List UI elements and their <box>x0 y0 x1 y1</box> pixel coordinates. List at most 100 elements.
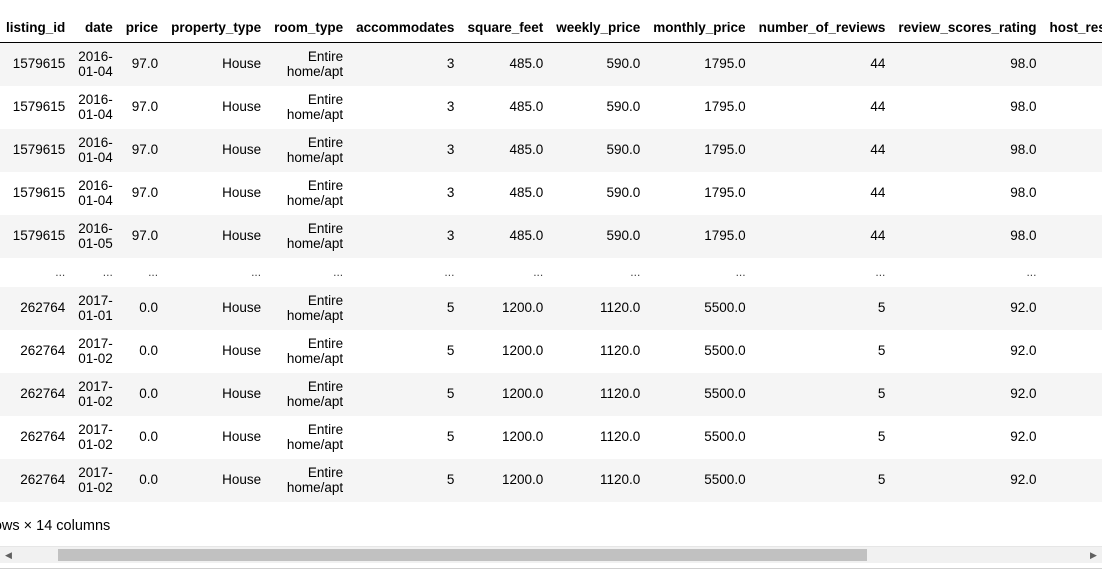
cell-date: 2017- 01-01 <box>71 287 120 330</box>
table-row: 1579615 2016- 01-05 97.0 House Entire home/apt… <box>0 215 1102 258</box>
cell-square-feet: 1200.0 <box>460 459 550 502</box>
cell-date: 2016- 01-04 <box>71 42 120 86</box>
column-header-property-type: property_type <box>164 12 268 43</box>
table-row: 262764 2017- 01-01 0.0 House Entire home/apt 5 1… <box>0 287 1102 330</box>
cell-price: 97.0 <box>119 86 165 129</box>
column-header-square-feet: square_feet <box>460 12 550 43</box>
cell-date: 2016- 01-04 <box>71 129 120 172</box>
cell-line: Entire <box>307 178 344 193</box>
cell-line: 01-04 <box>78 149 113 165</box>
cell-line: 2016- <box>78 178 113 193</box>
cell-listing-id: 1579615 <box>0 215 72 258</box>
cell-accommodates: 5 <box>349 373 461 416</box>
cell-host-resp <box>1042 459 1102 502</box>
cell-square-feet: 485.0 <box>460 215 550 258</box>
table-row: 1579615 2016- 01-04 97.0 House Entire home/apt… <box>0 172 1102 215</box>
table-row: 262764 2017- 01-02 0.0 House Entire home/apt 5 1… <box>0 459 1102 502</box>
cell-number-of-reviews: 5 <box>752 416 892 459</box>
cell-review-scores-rating: 98.0 <box>891 215 1043 258</box>
cell-line: 2016- <box>78 92 113 107</box>
cell-number-of-reviews: 5 <box>752 330 892 373</box>
ellipsis-cell: ... <box>267 258 350 287</box>
summary-text: rows × 14 columns <box>0 518 111 534</box>
cell-room-type: Entire home/apt <box>267 330 350 373</box>
cell-property-type: House <box>164 416 268 459</box>
ellipsis-cell: ... <box>349 258 461 287</box>
cell-monthly-price: 1795.0 <box>646 215 753 258</box>
cell-property-type: House <box>164 172 268 215</box>
cell-listing-id: 262764 <box>0 416 72 459</box>
cell-host-resp <box>1042 416 1102 459</box>
cell-weekly-price: 590.0 <box>549 42 647 86</box>
cell-number-of-reviews: 44 <box>752 86 892 129</box>
cell-monthly-price: 1795.0 <box>646 172 753 215</box>
table-row: 262764 2017- 01-02 0.0 House Entire home/apt 5 1… <box>0 416 1102 459</box>
ellipsis-cell: ... <box>891 258 1043 287</box>
triangle-left-icon[interactable]: ◀ <box>0 547 17 563</box>
cell-monthly-price: 1795.0 <box>646 86 753 129</box>
column-header-review-scores-rating: review_scores_rating <box>891 12 1043 43</box>
cell-host-resp <box>1042 330 1102 373</box>
dataframe-table: listing_id date price property_type room_typ… <box>0 12 1102 502</box>
cell-review-scores-rating: 98.0 <box>891 129 1043 172</box>
ellipsis-cell: ... <box>752 258 892 287</box>
column-header-price: price <box>119 12 165 43</box>
cell-line: Entire <box>307 465 344 480</box>
horizontal-scrollbar[interactable]: ◀ ▶ <box>0 546 1102 563</box>
column-header-room-type: room_type <box>267 12 350 43</box>
column-header-monthly-price: monthly_price <box>646 12 753 43</box>
table-row: 262764 2017- 01-02 0.0 House Entire home/apt 5 1… <box>0 330 1102 373</box>
cell-listing-id: 1579615 <box>0 42 72 86</box>
cell-line: 2017- <box>78 379 113 394</box>
ellipsis-row: ................................. <box>0 258 1102 287</box>
scrollbar-thumb[interactable] <box>58 549 867 561</box>
cell-date: 2016- 01-04 <box>71 86 120 129</box>
cell-line: Entire <box>307 422 344 437</box>
cell-review-scores-rating: 98.0 <box>891 172 1043 215</box>
cell-host-resp <box>1042 287 1102 330</box>
ellipsis-cell: ... <box>549 258 647 287</box>
ellipsis-cell: ... <box>119 258 165 287</box>
cell-price: 0.0 <box>119 416 165 459</box>
cell-price: 97.0 <box>119 42 165 86</box>
cell-square-feet: 485.0 <box>460 42 550 86</box>
cell-price: 97.0 <box>119 172 165 215</box>
cell-host-resp <box>1042 42 1102 86</box>
table-row: 1579615 2016- 01-04 97.0 House Entire home/apt… <box>0 42 1102 86</box>
cell-line: Entire <box>307 92 344 107</box>
cell-line: 2016- <box>78 221 113 236</box>
cell-room-type: Entire home/apt <box>267 172 350 215</box>
cell-property-type: House <box>164 287 268 330</box>
header-row: listing_id date price property_type room_typ… <box>0 12 1102 43</box>
cell-weekly-price: 1120.0 <box>549 330 647 373</box>
cell-weekly-price: 1120.0 <box>549 287 647 330</box>
cell-line: home/apt <box>286 192 344 208</box>
cell-listing-id: 262764 <box>0 287 72 330</box>
cell-line: 01-05 <box>78 235 113 251</box>
cell-price: 0.0 <box>119 459 165 502</box>
triangle-right-icon[interactable]: ▶ <box>1085 547 1102 563</box>
cell-line: home/apt <box>286 106 344 122</box>
cell-line: Entire <box>307 293 344 308</box>
cell-review-scores-rating: 92.0 <box>891 373 1043 416</box>
cell-room-type: Entire home/apt <box>267 373 350 416</box>
cell-room-type: Entire home/apt <box>267 287 350 330</box>
cell-property-type: House <box>164 330 268 373</box>
cell-monthly-price: 1795.0 <box>646 42 753 86</box>
cell-line: 01-02 <box>78 479 113 495</box>
ellipsis-cell: ... <box>646 258 753 287</box>
cell-accommodates: 5 <box>349 416 461 459</box>
table-body: 1579615 2016- 01-04 97.0 House Entire home/apt… <box>0 42 1102 502</box>
cell-room-type: Entire home/apt <box>267 86 350 129</box>
table-row: 262764 2017- 01-02 0.0 House Entire home/apt 5 1… <box>0 373 1102 416</box>
cell-accommodates: 5 <box>349 459 461 502</box>
cell-line: home/apt <box>286 307 344 323</box>
cell-line: home/apt <box>286 350 344 366</box>
column-header-date: date <box>71 12 120 43</box>
cell-property-type: House <box>164 373 268 416</box>
cell-number-of-reviews: 44 <box>752 42 892 86</box>
cell-price: 0.0 <box>119 287 165 330</box>
column-header-weekly-price: weekly_price <box>549 12 647 43</box>
cell-number-of-reviews: 5 <box>752 287 892 330</box>
cell-review-scores-rating: 92.0 <box>891 459 1043 502</box>
